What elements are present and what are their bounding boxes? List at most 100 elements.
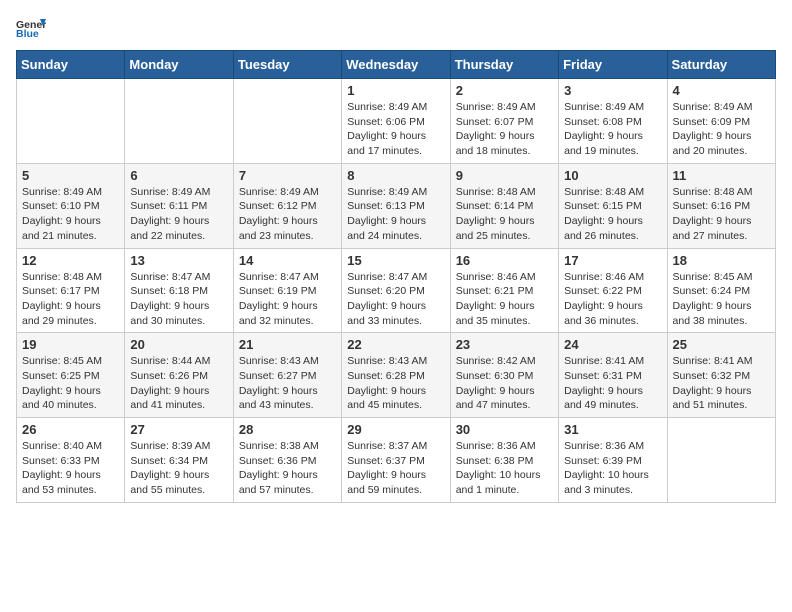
day-number: 28	[239, 422, 336, 437]
weekday-thursday: Thursday	[450, 51, 558, 79]
calendar-body: 1 Sunrise: 8:49 AM Sunset: 6:06 PM Daylig…	[17, 79, 776, 503]
weekday-sunday: Sunday	[17, 51, 125, 79]
calendar-cell: 15Sunrise: 8:47 AM Sunset: 6:20 PM Dayli…	[342, 248, 450, 333]
day-info: Sunrise: 8:43 AM Sunset: 6:28 PM Dayligh…	[347, 354, 444, 413]
calendar-cell: 2Sunrise: 8:49 AM Sunset: 6:07 PM Daylig…	[450, 79, 558, 164]
day-number: 27	[130, 422, 227, 437]
day-info: Sunrise: 8:44 AM Sunset: 6:26 PM Dayligh…	[130, 354, 227, 413]
week-row-4: 19 Sunrise: 8:45 AM Sunset: 6:25 PM Dayli…	[17, 333, 776, 418]
day-info: Sunrise: 8:49 AM Sunset: 6:06 PM Dayligh…	[347, 100, 444, 159]
day-number: 30	[456, 422, 553, 437]
logo: General Blue	[16, 16, 46, 40]
day-info: Sunrise: 8:49 AM Sunset: 6:08 PM Dayligh…	[564, 100, 661, 159]
weekday-tuesday: Tuesday	[233, 51, 341, 79]
day-number: 22	[347, 337, 444, 352]
day-number: 9	[456, 168, 553, 183]
calendar-cell	[125, 79, 233, 164]
day-info: Sunrise: 8:45 AM Sunset: 6:25 PM Dayligh…	[22, 354, 119, 413]
calendar-cell: 25 Sunrise: 8:41 AM Sunset: 6:32 PM Dayli…	[667, 333, 775, 418]
calendar-cell: 27 Sunrise: 8:39 AM Sunset: 6:34 PM Dayli…	[125, 418, 233, 503]
page-header: General Blue	[16, 16, 776, 40]
calendar-cell: 9 Sunrise: 8:48 AM Sunset: 6:14 PM Daylig…	[450, 163, 558, 248]
day-number: 31	[564, 422, 661, 437]
day-number: 25	[673, 337, 770, 352]
calendar-cell: 10Sunrise: 8:48 AM Sunset: 6:15 PM Dayli…	[559, 163, 667, 248]
day-number: 24	[564, 337, 661, 352]
calendar-cell: 19 Sunrise: 8:45 AM Sunset: 6:25 PM Dayli…	[17, 333, 125, 418]
day-number: 19	[22, 337, 119, 352]
day-info: Sunrise: 8:46 AM Sunset: 6:21 PM Dayligh…	[456, 270, 553, 329]
calendar-cell	[233, 79, 341, 164]
day-number: 6	[130, 168, 227, 183]
calendar-cell: 28 Sunrise: 8:38 AM Sunset: 6:36 PM Dayli…	[233, 418, 341, 503]
day-info: Sunrise: 8:47 AM Sunset: 6:18 PM Dayligh…	[130, 270, 227, 329]
day-info: Sunrise: 8:48 AM Sunset: 6:14 PM Dayligh…	[456, 185, 553, 244]
day-info: Sunrise: 8:48 AM Sunset: 6:15 PM Dayligh…	[564, 185, 661, 244]
day-info: Sunrise: 8:45 AM Sunset: 6:24 PM Dayligh…	[673, 270, 770, 329]
day-number: 20	[130, 337, 227, 352]
day-number: 1	[347, 83, 444, 98]
calendar-cell: 1 Sunrise: 8:49 AM Sunset: 6:06 PM Daylig…	[342, 79, 450, 164]
calendar-cell: 20 Sunrise: 8:44 AM Sunset: 6:26 PM Dayli…	[125, 333, 233, 418]
weekday-saturday: Saturday	[667, 51, 775, 79]
week-row-1: 1 Sunrise: 8:49 AM Sunset: 6:06 PM Daylig…	[17, 79, 776, 164]
day-number: 29	[347, 422, 444, 437]
day-info: Sunrise: 8:36 AM Sunset: 6:38 PM Dayligh…	[456, 439, 553, 498]
calendar-cell: 31 Sunrise: 8:36 AM Sunset: 6:39 PM Dayli…	[559, 418, 667, 503]
day-info: Sunrise: 8:49 AM Sunset: 6:10 PM Dayligh…	[22, 185, 119, 244]
calendar-cell: 13 Sunrise: 8:47 AM Sunset: 6:18 PM Dayli…	[125, 248, 233, 333]
day-info: Sunrise: 8:49 AM Sunset: 6:13 PM Dayligh…	[347, 185, 444, 244]
calendar-cell: 30 Sunrise: 8:36 AM Sunset: 6:38 PM Dayli…	[450, 418, 558, 503]
calendar-cell: 16 Sunrise: 8:46 AM Sunset: 6:21 PM Dayli…	[450, 248, 558, 333]
day-info: Sunrise: 8:49 AM Sunset: 6:11 PM Dayligh…	[130, 185, 227, 244]
day-number: 3	[564, 83, 661, 98]
day-info: Sunrise: 8:41 AM Sunset: 6:32 PM Dayligh…	[673, 354, 770, 413]
day-info: Sunrise: 8:36 AM Sunset: 6:39 PM Dayligh…	[564, 439, 661, 498]
day-info: Sunrise: 8:38 AM Sunset: 6:36 PM Dayligh…	[239, 439, 336, 498]
day-info: Sunrise: 8:48 AM Sunset: 6:17 PM Dayligh…	[22, 270, 119, 329]
day-number: 15	[347, 253, 444, 268]
calendar-table: SundayMondayTuesdayWednesdayThursdayFrid…	[16, 50, 776, 503]
calendar-cell: 17Sunrise: 8:46 AM Sunset: 6:22 PM Dayli…	[559, 248, 667, 333]
weekday-header-row: SundayMondayTuesdayWednesdayThursdayFrid…	[17, 51, 776, 79]
day-number: 14	[239, 253, 336, 268]
day-info: Sunrise: 8:49 AM Sunset: 6:07 PM Dayligh…	[456, 100, 553, 159]
calendar-cell: 18Sunrise: 8:45 AM Sunset: 6:24 PM Dayli…	[667, 248, 775, 333]
calendar-cell: 8Sunrise: 8:49 AM Sunset: 6:13 PM Daylig…	[342, 163, 450, 248]
day-info: Sunrise: 8:41 AM Sunset: 6:31 PM Dayligh…	[564, 354, 661, 413]
weekday-wednesday: Wednesday	[342, 51, 450, 79]
day-info: Sunrise: 8:49 AM Sunset: 6:09 PM Dayligh…	[673, 100, 770, 159]
calendar-cell: 29Sunrise: 8:37 AM Sunset: 6:37 PM Dayli…	[342, 418, 450, 503]
day-number: 23	[456, 337, 553, 352]
day-number: 11	[673, 168, 770, 183]
svg-text:Blue: Blue	[16, 28, 39, 40]
day-number: 7	[239, 168, 336, 183]
day-number: 13	[130, 253, 227, 268]
day-info: Sunrise: 8:48 AM Sunset: 6:16 PM Dayligh…	[673, 185, 770, 244]
calendar-cell: 6 Sunrise: 8:49 AM Sunset: 6:11 PM Daylig…	[125, 163, 233, 248]
calendar-cell: 21 Sunrise: 8:43 AM Sunset: 6:27 PM Dayli…	[233, 333, 341, 418]
day-info: Sunrise: 8:40 AM Sunset: 6:33 PM Dayligh…	[22, 439, 119, 498]
day-number: 4	[673, 83, 770, 98]
day-number: 21	[239, 337, 336, 352]
weekday-monday: Monday	[125, 51, 233, 79]
week-row-5: 26Sunrise: 8:40 AM Sunset: 6:33 PM Dayli…	[17, 418, 776, 503]
day-number: 5	[22, 168, 119, 183]
calendar-cell	[17, 79, 125, 164]
day-info: Sunrise: 8:47 AM Sunset: 6:19 PM Dayligh…	[239, 270, 336, 329]
calendar-cell: 11 Sunrise: 8:48 AM Sunset: 6:16 PM Dayli…	[667, 163, 775, 248]
week-row-3: 12Sunrise: 8:48 AM Sunset: 6:17 PM Dayli…	[17, 248, 776, 333]
calendar-cell: 4 Sunrise: 8:49 AM Sunset: 6:09 PM Daylig…	[667, 79, 775, 164]
calendar-cell	[667, 418, 775, 503]
calendar-cell: 14 Sunrise: 8:47 AM Sunset: 6:19 PM Dayli…	[233, 248, 341, 333]
calendar-cell: 5 Sunrise: 8:49 AM Sunset: 6:10 PM Daylig…	[17, 163, 125, 248]
calendar-cell: 24 Sunrise: 8:41 AM Sunset: 6:31 PM Dayli…	[559, 333, 667, 418]
day-info: Sunrise: 8:43 AM Sunset: 6:27 PM Dayligh…	[239, 354, 336, 413]
day-info: Sunrise: 8:42 AM Sunset: 6:30 PM Dayligh…	[456, 354, 553, 413]
day-info: Sunrise: 8:46 AM Sunset: 6:22 PM Dayligh…	[564, 270, 661, 329]
day-info: Sunrise: 8:39 AM Sunset: 6:34 PM Dayligh…	[130, 439, 227, 498]
weekday-friday: Friday	[559, 51, 667, 79]
calendar-cell: 22 Sunrise: 8:43 AM Sunset: 6:28 PM Dayli…	[342, 333, 450, 418]
day-number: 16	[456, 253, 553, 268]
calendar-cell: 12Sunrise: 8:48 AM Sunset: 6:17 PM Dayli…	[17, 248, 125, 333]
